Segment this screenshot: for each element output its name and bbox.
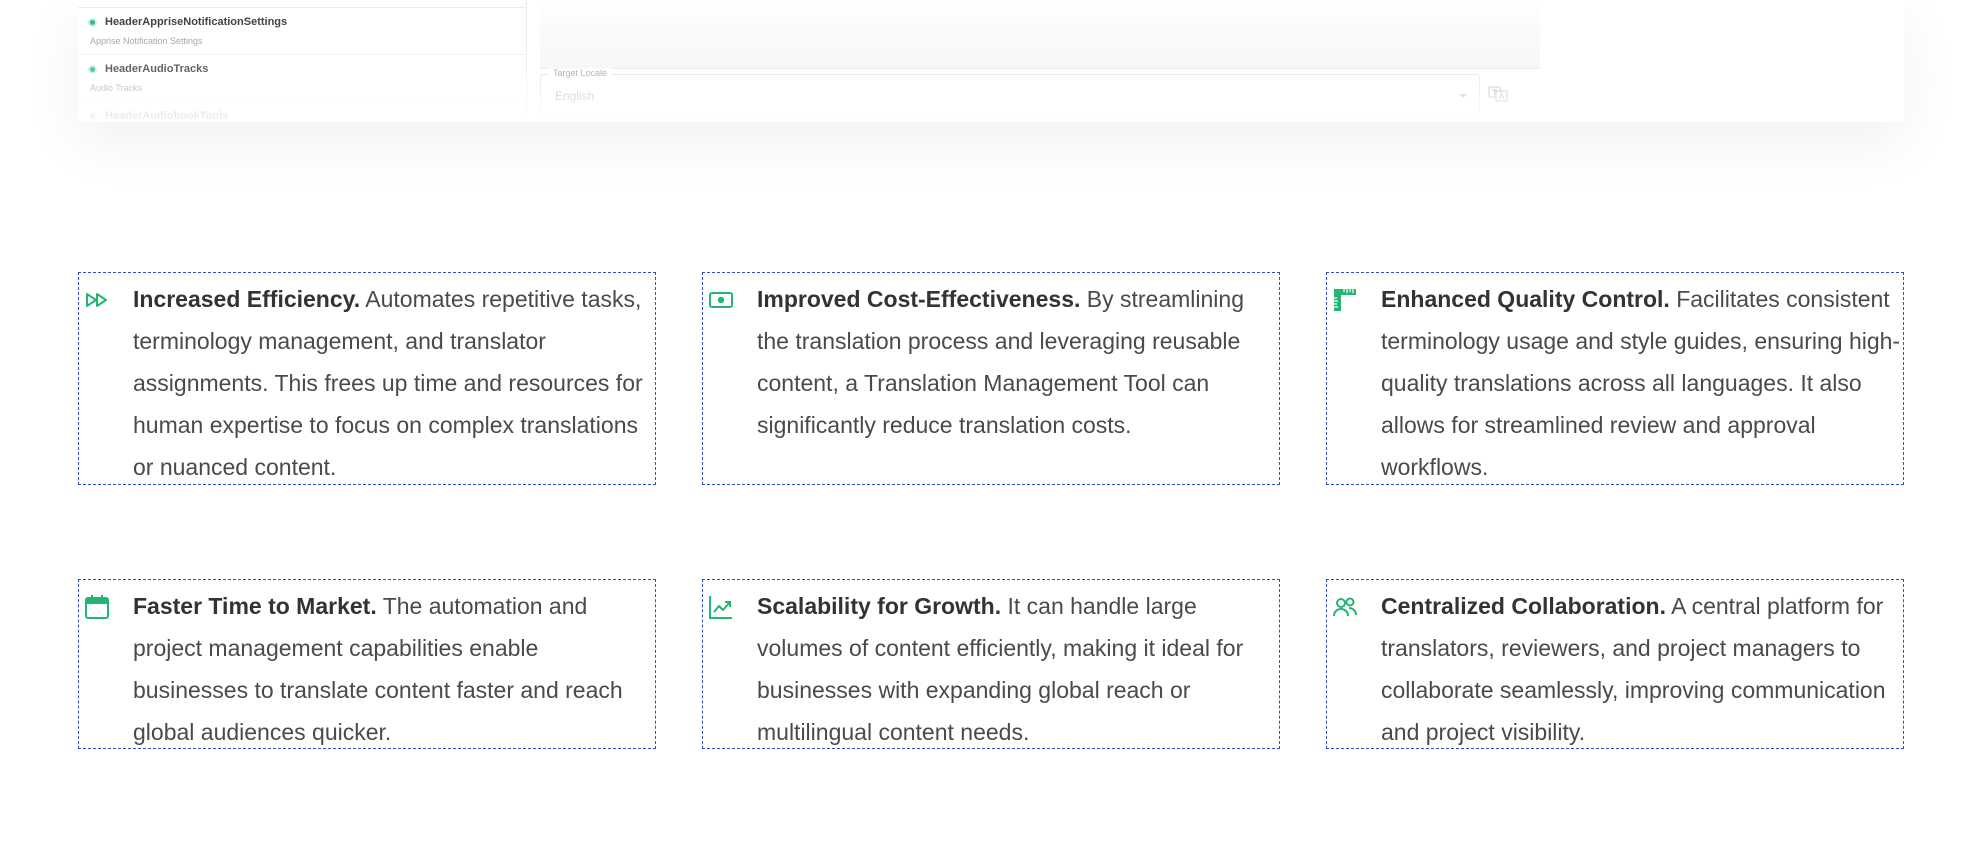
target-locale-select[interactable]: Target Locale English xyxy=(540,68,1480,116)
status-dot-icon xyxy=(90,19,95,25)
list-item-row: HeaderAudioTracks xyxy=(90,63,208,75)
ruler-icon xyxy=(1334,289,1356,311)
feature-card: Centralized Collaboration. A central pla… xyxy=(1326,579,1904,749)
feature-card: Improved Cost-Effectiveness. By streamli… xyxy=(702,272,1280,485)
list-item[interactable]: HeaderAudiobookTools xyxy=(78,101,526,122)
feature-title: Scalability for Growth. xyxy=(757,593,1002,619)
feature-card: Scalability for Growth. It can handle la… xyxy=(702,579,1280,749)
users-icon xyxy=(1333,597,1357,617)
settings-key-list: HeaderAppriseNotificationSettings Appris… xyxy=(78,0,527,122)
feature-body: Automates repetitive tasks, terminology … xyxy=(133,286,643,480)
feature-text: Increased Efficiency. Automates repetiti… xyxy=(133,278,655,488)
calendar-icon xyxy=(85,595,109,619)
list-item-row: HeaderAppriseNotificationSettings xyxy=(90,16,287,28)
cash-icon xyxy=(709,292,733,308)
fast-forward-icon xyxy=(86,293,107,307)
feature-card: Enhanced Quality Control. Facilitates co… xyxy=(1326,272,1904,485)
list-item-name: HeaderAudioTracks xyxy=(105,63,209,75)
target-locale-label: Target Locale xyxy=(549,68,612,78)
status-dot-icon xyxy=(90,113,95,119)
editor-panel xyxy=(540,0,1540,69)
list-item-description: Audio Tracks xyxy=(90,83,143,93)
app-preview-screenshot: HeaderAppriseNotificationSettings Appris… xyxy=(78,0,1904,122)
list-item[interactable]: HeaderAudioTracks Audio Tracks xyxy=(78,54,526,101)
feature-text: Improved Cost-Effectiveness. By streamli… xyxy=(757,278,1279,446)
feature-title: Faster Time to Market. xyxy=(133,593,377,619)
feature-text: Centralized Collaboration. A central pla… xyxy=(1381,585,1903,753)
feature-title: Centralized Collaboration. xyxy=(1381,593,1666,619)
feature-text: Scalability for Growth. It can handle la… xyxy=(757,585,1279,753)
list-item[interactable]: HeaderAppriseNotificationSettings Appris… xyxy=(78,7,526,54)
translate-icon[interactable] xyxy=(1488,86,1508,102)
trending-up-icon xyxy=(709,596,732,619)
feature-text: Faster Time to Market. The automation an… xyxy=(133,585,655,753)
feature-body: Facilitates consistent terminology usage… xyxy=(1381,286,1901,480)
feature-card: Faster Time to Market. The automation an… xyxy=(78,579,656,749)
feature-title: Increased Efficiency. xyxy=(133,286,361,312)
caret-down-icon xyxy=(1459,94,1467,98)
status-dot-icon xyxy=(90,66,95,72)
feature-card: Increased Efficiency. Automates repetiti… xyxy=(78,272,656,485)
list-item-name: HeaderAppriseNotificationSettings xyxy=(105,16,288,28)
feature-text: Enhanced Quality Control. Facilitates co… xyxy=(1381,278,1903,488)
list-item-row: HeaderAudiobookTools xyxy=(90,110,228,122)
feature-title: Improved Cost-Effectiveness. xyxy=(757,286,1081,312)
target-locale-value: English xyxy=(555,89,595,103)
list-item-name: HeaderAudiobookTools xyxy=(105,110,229,122)
feature-title: Enhanced Quality Control. xyxy=(1381,286,1670,312)
list-item-description: Apprise Notification Settings xyxy=(90,36,203,46)
